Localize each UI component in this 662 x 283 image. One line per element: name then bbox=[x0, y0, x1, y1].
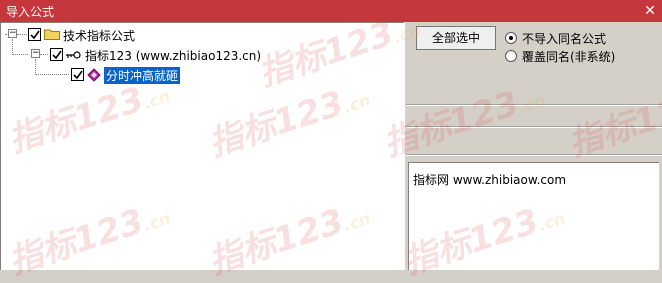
info-box: 指标网 www.zhibiaow.com bbox=[408, 162, 662, 270]
check-icon bbox=[30, 30, 40, 40]
select-all-button[interactable]: 全部选中 bbox=[416, 26, 496, 50]
info-text: 指标网 www.zhibiaow.com bbox=[413, 173, 567, 187]
overwrite-same-name-radio[interactable] bbox=[505, 50, 517, 62]
tree-connector bbox=[17, 34, 27, 35]
group-checkbox[interactable] bbox=[50, 48, 63, 61]
separator bbox=[406, 154, 662, 156]
window-title: 导入公式 bbox=[6, 5, 55, 19]
check-icon bbox=[73, 70, 83, 80]
group-label[interactable]: 指标123 (www.zhibiao123.cn) bbox=[85, 47, 261, 64]
no-import-same-name-radio[interactable] bbox=[505, 32, 517, 44]
title-bar: 导入公式 ✕ bbox=[0, 0, 662, 22]
tree-connector bbox=[12, 54, 28, 55]
overwrite-same-name-label[interactable]: 覆盖同名(非系统) bbox=[522, 48, 615, 65]
expand-group-toggle[interactable]: − bbox=[31, 49, 40, 58]
close-icon[interactable]: ✕ bbox=[641, 2, 659, 20]
tree-connector bbox=[12, 39, 13, 55]
folder-icon bbox=[44, 29, 60, 40]
check-icon bbox=[52, 50, 62, 60]
root-checkbox[interactable] bbox=[28, 28, 41, 41]
tree-connector bbox=[40, 54, 48, 55]
no-import-same-name-label[interactable]: 不导入同名公式 bbox=[522, 30, 606, 47]
formula-icon bbox=[87, 68, 101, 82]
tree-connector bbox=[35, 74, 69, 75]
root-label[interactable]: 技术指标公式 bbox=[63, 27, 135, 44]
separator bbox=[406, 104, 662, 106]
separator bbox=[406, 126, 662, 128]
options-panel: 全部选中 不导入同名公式 覆盖同名(非系统) 指标网 www.zhibiaow.… bbox=[406, 22, 662, 270]
tree-connector bbox=[35, 59, 36, 75]
item-label[interactable]: 分时冲高就砸 bbox=[104, 67, 181, 84]
key-icon bbox=[66, 51, 81, 59]
formula-tree[interactable]: − 技术指标公式 − 指标123 (www.zhibiao123.cn) 分时冲… bbox=[0, 22, 404, 270]
expand-root-toggle[interactable]: − bbox=[8, 29, 17, 38]
item-checkbox[interactable] bbox=[71, 68, 84, 81]
